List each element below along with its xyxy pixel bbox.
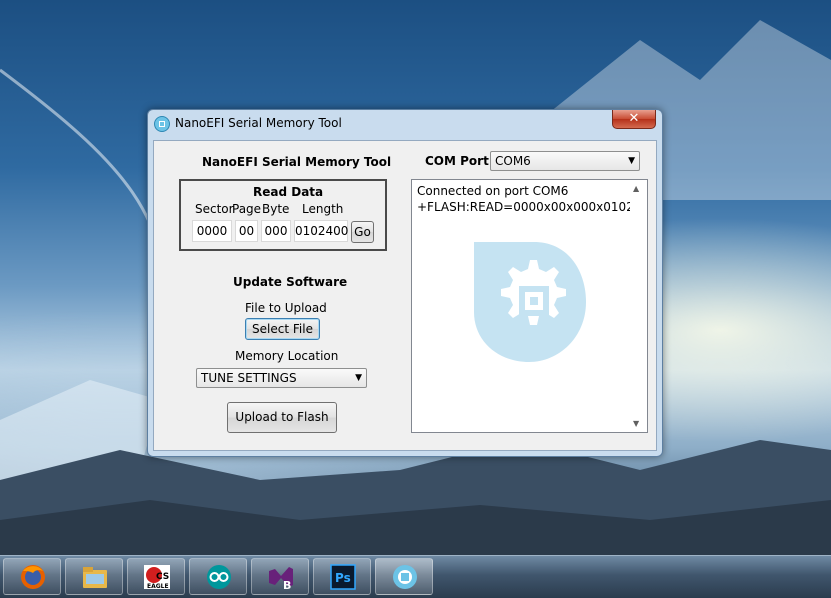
nanoefi-watermark-icon <box>474 242 586 362</box>
vs-label-text: B <box>283 579 291 591</box>
nanoefi-icon <box>393 565 417 589</box>
eagle-badge-text: CS <box>156 572 169 582</box>
close-button[interactable]: ✕ <box>612 110 656 129</box>
read-data-title: Read Data <box>253 185 324 199</box>
log-line: Connected on port COM6 <box>417 184 569 198</box>
com-port-value: COM6 <box>495 154 531 168</box>
taskbar-firefox[interactable] <box>3 558 61 595</box>
taskbar-file-explorer[interactable] <box>65 558 123 595</box>
com-port-dropdown[interactable]: COM6 ▼ <box>490 151 640 171</box>
taskbar-nanoefi[interactable] <box>375 558 433 595</box>
nanoefi-app-icon <box>154 116 170 132</box>
title-bar[interactable]: NanoEFI Serial Memory Tool ✕ <box>148 110 662 138</box>
window-title: NanoEFI Serial Memory Tool <box>175 116 342 130</box>
taskbar-eagle[interactable]: CS EAGLE <box>127 558 185 595</box>
taskbar: CS EAGLE B Ps <box>0 555 831 598</box>
eagle-label-text: EAGLE <box>147 583 169 590</box>
length-input[interactable]: 0102400 <box>294 220 348 242</box>
log-scrollbar[interactable]: ▲ ▼ <box>630 180 647 432</box>
firefox-icon <box>21 565 45 589</box>
taskbar-visual-studio[interactable]: B <box>251 558 309 595</box>
taskbar-photoshop[interactable]: Ps <box>313 558 371 595</box>
memory-location-label: Memory Location <box>235 349 339 363</box>
file-explorer-icon <box>83 567 107 588</box>
app-heading: NanoEFI Serial Memory Tool <box>202 155 392 169</box>
file-to-upload-label: File to Upload <box>245 301 327 315</box>
go-button[interactable]: Go <box>351 221 374 243</box>
byte-input[interactable]: 000 <box>261 220 291 242</box>
memory-location-value: TUNE SETTINGS <box>201 371 297 385</box>
select-file-button[interactable]: Select File <box>245 318 320 340</box>
eagle-cad-icon: CS EAGLE <box>144 565 170 590</box>
upload-to-flash-button[interactable]: Upload to Flash <box>227 402 337 433</box>
app-window: NanoEFI Serial Memory Tool ✕ NanoEFI Ser… <box>147 109 663 457</box>
sector-input[interactable]: 0000 <box>192 220 232 242</box>
ps-label-text: Ps <box>335 571 351 585</box>
scroll-up-icon[interactable]: ▲ <box>633 184 639 193</box>
photoshop-icon: Ps <box>330 564 356 590</box>
read-data-group: Read Data Sector Page Byte Length 0000 0… <box>179 179 387 251</box>
scroll-down-icon[interactable]: ▼ <box>633 419 639 428</box>
length-label: Length <box>302 202 344 216</box>
chevron-down-icon: ▼ <box>355 373 362 383</box>
page-label: Page <box>232 202 262 216</box>
sector-label: Sector <box>195 202 234 216</box>
chevron-down-icon: ▼ <box>628 156 635 166</box>
byte-label: Byte <box>262 202 290 216</box>
serial-log-textbox[interactable]: Connected on port COM6 +FLASH:READ=0000x… <box>411 179 648 433</box>
com-port-label: COM Port <box>425 154 489 168</box>
log-line: +FLASH:READ=0000x00x000x0102400 <box>417 200 648 214</box>
memory-location-dropdown[interactable]: TUNE SETTINGS ▼ <box>196 368 367 388</box>
taskbar-arduino[interactable] <box>189 558 247 595</box>
visual-studio-icon: B <box>269 567 293 591</box>
page-input[interactable]: 00 <box>235 220 258 242</box>
arduino-icon <box>207 565 231 589</box>
update-software-title: Update Software <box>233 275 348 289</box>
client-area: NanoEFI Serial Memory Tool Read Data Sec… <box>153 140 657 451</box>
